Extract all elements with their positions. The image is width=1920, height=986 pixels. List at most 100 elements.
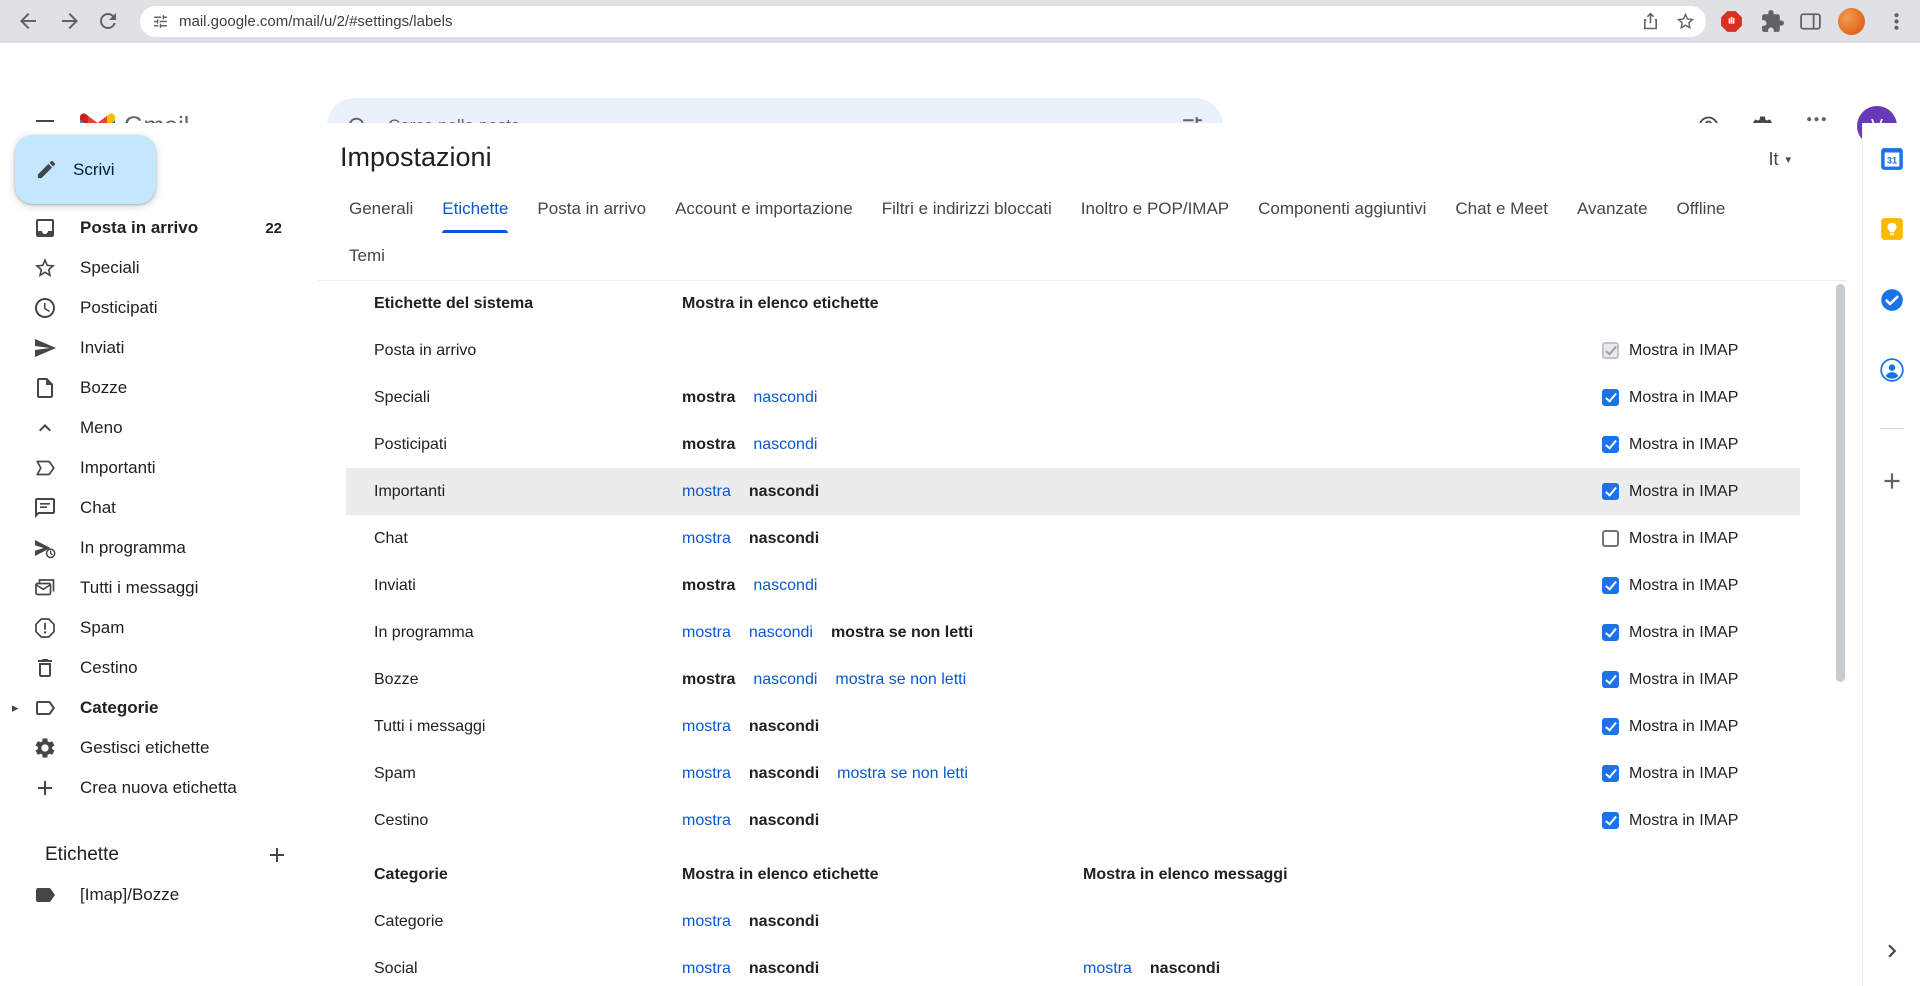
browser-menu-icon[interactable] xyxy=(1884,9,1909,34)
sidebar-item-bozze[interactable]: Bozze xyxy=(0,368,318,408)
imap-checkbox[interactable] xyxy=(1602,436,1619,453)
imap-label: Mostra in IMAP xyxy=(1629,812,1738,830)
option-nascondi[interactable]: nascondi xyxy=(753,436,817,454)
sidebar-item-posta-in-arrivo[interactable]: Posta in arrivo 22 xyxy=(0,208,318,248)
imap-checkbox[interactable] xyxy=(1602,624,1619,641)
imap-checkbox[interactable] xyxy=(1602,483,1619,500)
option-mostra[interactable]: mostra xyxy=(1083,960,1132,978)
open-side-panel-icon[interactable] xyxy=(1879,938,1905,964)
tab-inoltro-e-pop-imap[interactable]: Inoltro e POP/IMAP xyxy=(1081,185,1229,233)
browser-forward-button[interactable] xyxy=(58,9,84,35)
label-row-tutti-i-messaggi: Tutti i messaggi mostra nascondi Mostra … xyxy=(346,703,1800,750)
option-nascondi[interactable]: nascondi xyxy=(753,389,817,407)
imap-checkbox[interactable] xyxy=(1602,765,1619,782)
compose-button[interactable]: Scrivi xyxy=(15,135,156,204)
browser-profile-avatar[interactable] xyxy=(1838,8,1865,35)
extensions-puzzle-icon[interactable] xyxy=(1760,9,1785,34)
label-row-cestino: Cestino mostra nascondi Mostra in IMAP xyxy=(346,797,1800,844)
imap-checkbox[interactable] xyxy=(1602,577,1619,594)
option-mostra[interactable]: mostra xyxy=(682,765,731,783)
tab-temi[interactable]: Temi xyxy=(349,233,385,279)
tab-account-e-importazione[interactable]: Account e importazione xyxy=(675,185,853,233)
imap-checkbox[interactable] xyxy=(1602,389,1619,406)
browser-refresh-button[interactable] xyxy=(96,9,122,35)
tab-generali[interactable]: Generali xyxy=(349,185,413,233)
tab-componenti-aggiuntivi[interactable]: Componenti aggiuntivi xyxy=(1258,185,1426,233)
adblock-extension-icon[interactable] xyxy=(1719,9,1744,34)
get-addons-icon[interactable] xyxy=(1879,468,1905,494)
tab-chat-e-meet[interactable]: Chat e Meet xyxy=(1455,185,1548,233)
column-header: Mostra in elenco messaggi xyxy=(1083,866,1800,884)
forward-arrow-icon xyxy=(58,9,82,33)
option-mostra[interactable]: mostra xyxy=(682,960,731,978)
side-panel-icon[interactable] xyxy=(1798,9,1823,34)
calendar-icon[interactable]: 31 xyxy=(1879,146,1905,172)
sidebar-item-meno[interactable]: Meno xyxy=(0,408,318,448)
browser-back-button[interactable] xyxy=(16,9,42,35)
categories-header-row: Categorie Mostra in elenco etichette Mos… xyxy=(346,851,1800,898)
site-settings-icon[interactable] xyxy=(152,13,179,30)
svg-text:31: 31 xyxy=(1887,155,1897,165)
sidebar-item-speciali[interactable]: Speciali xyxy=(0,248,318,288)
sidebar-item-gestisci-etichette[interactable]: Gestisci etichette xyxy=(0,728,318,768)
share-icon[interactable] xyxy=(1640,11,1661,32)
tab-offline[interactable]: Offline xyxy=(1677,185,1726,233)
option-mostra[interactable]: mostra xyxy=(682,624,731,642)
sidebar-item-cestino[interactable]: Cestino xyxy=(0,648,318,688)
keep-icon[interactable] xyxy=(1879,216,1905,242)
imap-checkbox[interactable] xyxy=(1602,718,1619,735)
sidebar-item-tutti-i-messaggi[interactable]: Tutti i messaggi xyxy=(0,568,318,608)
input-tools-button[interactable]: It ▾ xyxy=(1768,149,1791,170)
option-mostra[interactable]: mostra xyxy=(682,812,731,830)
option-nascondi[interactable]: nascondi xyxy=(749,624,813,642)
imap-checkbox[interactable] xyxy=(1602,530,1619,547)
option-nascondi: nascondi xyxy=(749,913,819,931)
bookmark-star-icon[interactable] xyxy=(1675,11,1696,32)
contacts-icon[interactable] xyxy=(1879,357,1905,383)
option-mostra-se-non-letti[interactable]: mostra se non letti xyxy=(835,671,966,689)
divider xyxy=(1880,428,1904,429)
sidebar-item-categorie[interactable]: ▸ Categorie xyxy=(0,688,318,728)
imap-checkbox[interactable] xyxy=(1602,671,1619,688)
tasks-icon[interactable] xyxy=(1879,287,1905,313)
option-mostra[interactable]: mostra xyxy=(682,718,731,736)
option-mostra-se-non-letti[interactable]: mostra se non letti xyxy=(837,765,968,783)
label-icon xyxy=(33,696,57,720)
option-mostra[interactable]: mostra xyxy=(682,913,731,931)
sidebar-item-chat[interactable]: Chat xyxy=(0,488,318,528)
imap-label: Mostra in IMAP xyxy=(1629,718,1738,736)
sidebar-label-imap-bozze[interactable]: [Imap]/Bozze xyxy=(0,875,318,915)
sidebar-item-importanti[interactable]: Importanti xyxy=(0,448,318,488)
plus-icon xyxy=(33,776,57,800)
imap-checkbox[interactable] xyxy=(1602,342,1619,359)
option-mostra[interactable]: mostra xyxy=(682,483,731,501)
sidebar-nav: Posta in arrivo 22 Speciali Posticipati … xyxy=(0,208,318,915)
tab-posta-in-arrivo[interactable]: Posta in arrivo xyxy=(537,185,646,233)
inbox-icon xyxy=(33,216,57,240)
expand-arrow-icon[interactable]: ▸ xyxy=(12,700,19,716)
clock-icon xyxy=(33,296,57,320)
tab-avanzate[interactable]: Avanzate xyxy=(1577,185,1648,233)
label-name: Bozze xyxy=(374,671,682,689)
label-name: Categorie xyxy=(374,913,682,931)
tab-etichette[interactable]: Etichette xyxy=(442,185,508,233)
label-name: Importanti xyxy=(374,483,682,501)
system-labels-header-row: Etichette del sistema Mostra in elenco e… xyxy=(346,280,1800,327)
spam-icon xyxy=(33,616,57,640)
option-mostra[interactable]: mostra xyxy=(682,530,731,548)
sidebar-item-crea-nuova-etichetta[interactable]: Crea nuova etichetta xyxy=(0,768,318,808)
imap-checkbox[interactable] xyxy=(1602,812,1619,829)
sidebar-item-in-programma[interactable]: In programma xyxy=(0,528,318,568)
imap-label: Mostra in IMAP xyxy=(1629,671,1738,689)
option-nascondi[interactable]: nascondi xyxy=(753,577,817,595)
option-nascondi[interactable]: nascondi xyxy=(753,671,817,689)
scrollbar-thumb[interactable] xyxy=(1836,284,1845,682)
create-label-icon[interactable] xyxy=(265,843,289,867)
address-bar[interactable] xyxy=(140,6,1706,37)
tab-filtri-e-indirizzi-bloccati[interactable]: Filtri e indirizzi bloccati xyxy=(882,185,1052,233)
sidebar-item-posticipati[interactable]: Posticipati xyxy=(0,288,318,328)
column-header: Mostra in elenco etichette xyxy=(682,295,1602,313)
sidebar-item-spam[interactable]: Spam xyxy=(0,608,318,648)
sidebar-item-inviati[interactable]: Inviati xyxy=(0,328,318,368)
url-input[interactable] xyxy=(179,13,1626,30)
